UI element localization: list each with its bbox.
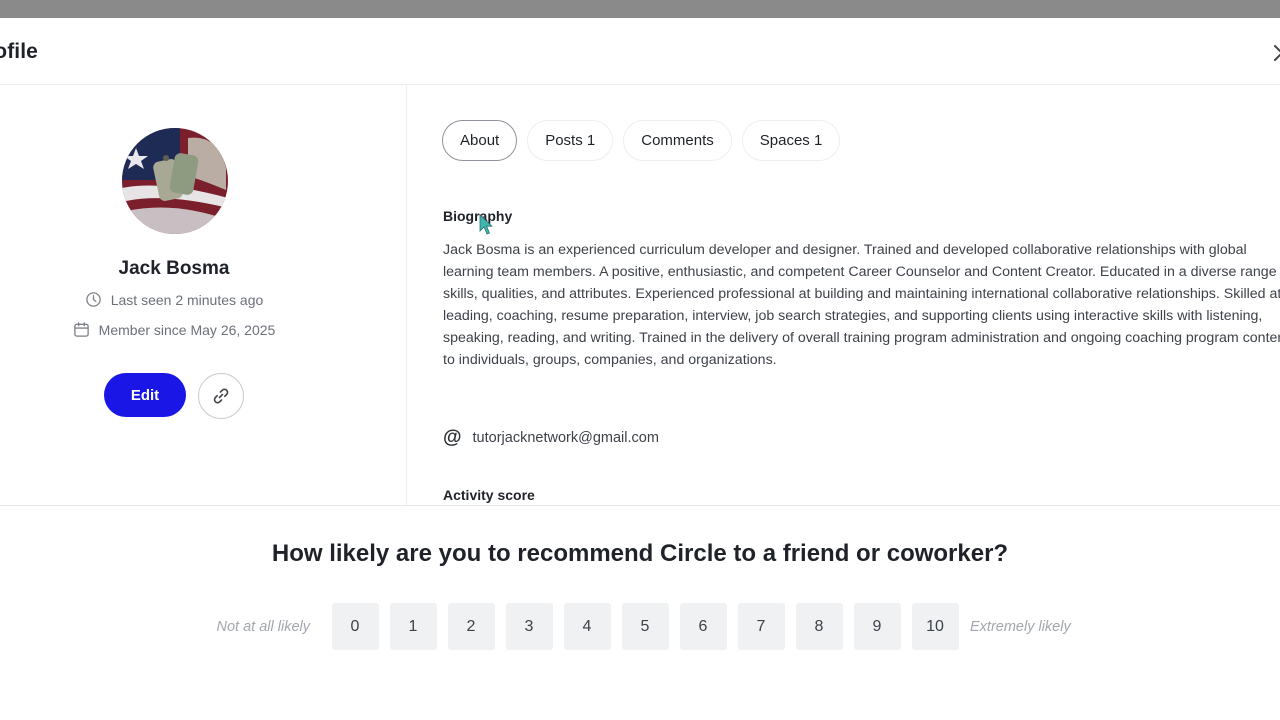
member-since-text: Member since May 26, 2025 xyxy=(98,321,276,338)
clock-icon xyxy=(85,292,101,307)
modal-title: rofile xyxy=(0,40,38,63)
profile-modal: rofile Jack Bosma Last seen 2 minutes ag… xyxy=(0,18,1280,505)
email-row: @ tutorjacknetwork@gmail.com xyxy=(443,428,659,447)
scale-high-label: Extremely likely xyxy=(970,618,1071,635)
score-scale: Not at all likely 0 1 2 3 4 5 6 7 8 9 10… xyxy=(0,603,1280,650)
header-divider xyxy=(0,84,1280,85)
score-button-10[interactable]: 10 xyxy=(911,603,959,650)
score-button-0[interactable]: 0 xyxy=(331,603,379,650)
score-button-7[interactable]: 7 xyxy=(737,603,785,650)
scale-low-label: Not at all likely xyxy=(216,618,310,635)
score-button-4[interactable]: 4 xyxy=(563,603,611,650)
biography-text: Jack Bosma is an experienced curriculum … xyxy=(443,242,1280,368)
link-icon xyxy=(213,388,229,404)
activity-score-heading: Activity score xyxy=(443,487,535,503)
email-text[interactable]: tutorjacknetwork@gmail.com xyxy=(473,430,659,446)
calendar-icon xyxy=(73,322,89,337)
tab-comments[interactable]: Comments xyxy=(623,120,732,161)
profile-name: Jack Bosma xyxy=(118,258,230,279)
backdrop-strip xyxy=(0,0,1280,18)
score-button-6[interactable]: 6 xyxy=(679,603,727,650)
survey-question: How likely are you to recommend Circle t… xyxy=(271,540,1009,567)
score-button-9[interactable]: 9 xyxy=(853,603,901,650)
edit-profile-button[interactable]: Edit xyxy=(104,373,186,417)
close-icon[interactable] xyxy=(1271,42,1280,64)
copy-link-button[interactable] xyxy=(198,373,244,419)
tab-posts[interactable]: Posts 1 xyxy=(527,120,614,161)
column-divider xyxy=(406,85,407,505)
score-button-1[interactable]: 1 xyxy=(389,603,437,650)
nps-survey: How likely are you to recommend Circle t… xyxy=(0,505,1280,720)
score-button-3[interactable]: 3 xyxy=(505,603,553,650)
tab-about[interactable]: About xyxy=(442,120,518,161)
score-button-2[interactable]: 2 xyxy=(447,603,495,650)
member-since-row: Member since May 26, 2025 xyxy=(0,321,348,338)
last-seen-row: Last seen 2 minutes ago xyxy=(0,291,348,308)
score-button-8[interactable]: 8 xyxy=(795,603,843,650)
tab-spaces[interactable]: Spaces 1 xyxy=(741,120,841,161)
biography-heading: Biography xyxy=(443,208,513,224)
profile-tabs: About Posts 1 Comments Spaces 1 xyxy=(442,120,841,161)
last-seen-text: Last seen 2 minutes ago xyxy=(110,291,264,308)
mouse-cursor-icon xyxy=(479,214,494,235)
avatar xyxy=(122,128,228,234)
at-icon: @ xyxy=(443,427,462,448)
score-button-5[interactable]: 5 xyxy=(621,603,669,650)
